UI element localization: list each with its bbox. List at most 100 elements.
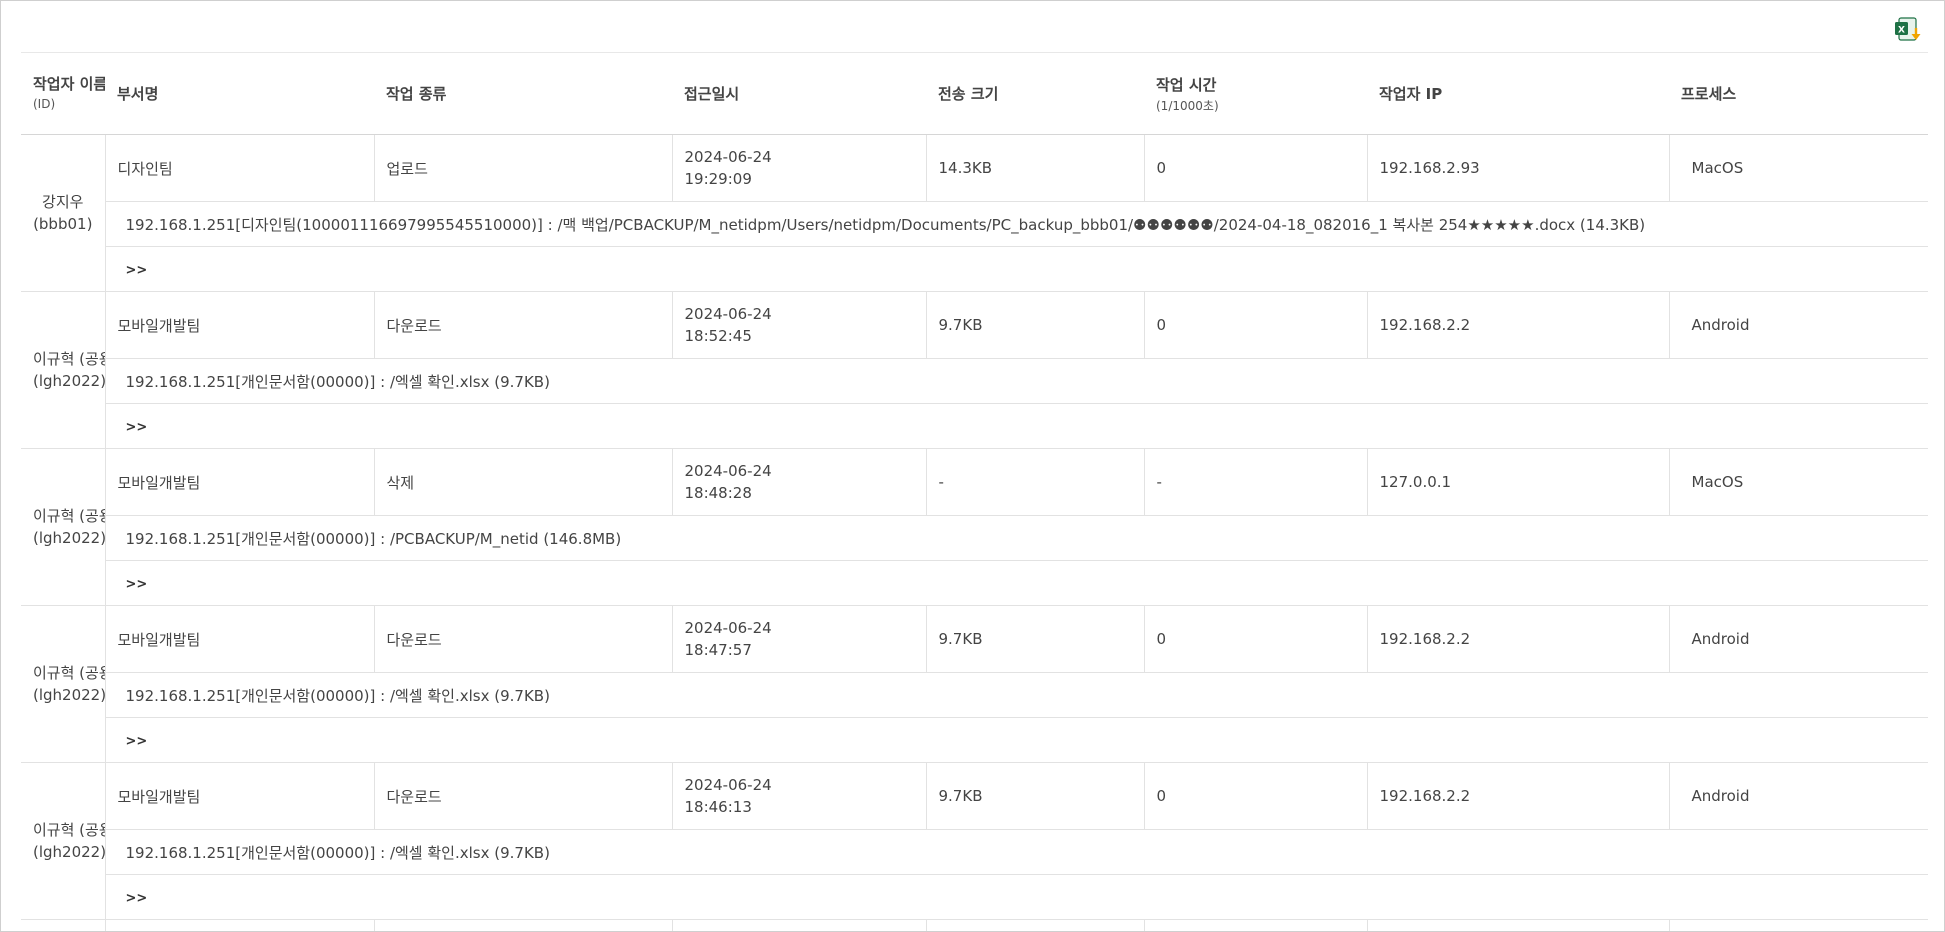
process-cell: Android: [1668, 762, 1928, 830]
dept-cell: 모바일개발팀: [104, 762, 375, 830]
empty-cell: [373, 919, 673, 931]
empty-cell: [104, 919, 375, 931]
worker-cell: 이규혁 (공용) (lgh2022): [21, 291, 106, 449]
worker-ip-cell: 192.168.2.93: [1366, 134, 1670, 202]
more-row: >>: [21, 717, 1928, 763]
work-type-cell: 다운로드: [373, 605, 673, 673]
access-time-cell: 2024-06-24 18:46:13: [671, 762, 927, 830]
work-time-cell: -: [1143, 448, 1368, 516]
worker-ip-cell: 192.168.2.2: [1366, 605, 1670, 673]
column-header-worker-name[interactable]: 작업자 이름 (ID): [21, 52, 105, 135]
access-time-cell: 2024-06-24 18:52:45: [671, 291, 927, 359]
detail-row: 192.168.1.251[개인문서함(00000)] : /PCBACKUP/…: [21, 515, 1928, 561]
detail-row: 192.168.1.251[개인문서함(00000)] : /엑셀 확인.xls…: [21, 672, 1928, 718]
dept-cell: 모바일개발팀: [104, 605, 375, 673]
access-date: 2024-06-24: [684, 305, 772, 323]
empty-cell: [21, 919, 106, 931]
work-time-cell: 0: [1143, 134, 1368, 202]
table-row[interactable]: 이규혁 (공용) (lgh2022) 모바일개발팀 삭제 2024-06-24 …: [21, 448, 1928, 606]
more-cell: >>: [105, 560, 1928, 606]
transfer-size-cell: 9.7KB: [925, 762, 1145, 830]
process-cell: Android: [1668, 291, 1928, 359]
column-header-dept[interactable]: 부서명: [105, 52, 374, 135]
worker-ip-cell: 192.168.2.2: [1366, 291, 1670, 359]
more-row: >>: [21, 246, 1928, 292]
column-header-work-time[interactable]: 작업 시간 (1/1000초): [1144, 52, 1367, 135]
table-row[interactable]: 강지우 (bbb01) 디자인팀 업로드 2024-06-24 19:29:09…: [21, 134, 1928, 292]
more-cell: >>: [105, 246, 1928, 292]
detail-row: 192.168.1.251[개인문서함(00000)] : /엑셀 확인.xls…: [21, 358, 1928, 404]
table-row[interactable]: 이규혁 (공용) (lgh2022) 모바일개발팀 다운로드 2024-06-2…: [21, 605, 1928, 763]
expand-more-link[interactable]: >>: [126, 420, 148, 435]
access-date: 2024-06-24: [684, 776, 772, 794]
transfer-size-cell: 9.7KB: [925, 605, 1145, 673]
file-path-detail: 192.168.1.251[개인문서함(00000)] : /엑셀 확인.xls…: [105, 358, 1928, 404]
work-type-cell: 업로드: [373, 134, 673, 202]
excel-download-icon[interactable]: X: [1894, 16, 1924, 44]
worker-id: (bbb01): [33, 215, 93, 233]
work-type-cell: 삭제: [373, 448, 673, 516]
worker-cell: 이규혁 (공용) (lgh2022): [21, 762, 106, 920]
work-time-cell: 0: [1143, 605, 1368, 673]
table-row[interactable]: 이규혁 (공용) (lgh2022) 모바일개발팀 다운로드 2024-06-2…: [21, 762, 1928, 920]
svg-text:X: X: [1898, 26, 1905, 36]
detail-row: 192.168.1.251[디자인팀(100001116697995545510…: [21, 201, 1928, 247]
table-header-row: 작업자 이름 (ID) 부서명 작업 종류 접근일시 전송 크기 작업 시간 (…: [21, 52, 1928, 135]
column-header-sublabel: (1/1000초): [1156, 98, 1219, 113]
expand-more-link[interactable]: >>: [126, 263, 148, 278]
access-date: 2024-06-24: [684, 619, 772, 637]
worker-id: (lgh2022): [33, 686, 105, 704]
table-row-partial: [21, 919, 1928, 931]
expand-more-link[interactable]: >>: [126, 891, 148, 906]
process-cell: MacOS: [1668, 134, 1928, 202]
more-cell: >>: [105, 874, 1928, 920]
expand-more-link[interactable]: >>: [126, 577, 148, 592]
expand-more-link[interactable]: >>: [126, 734, 148, 749]
empty-cell: [1143, 919, 1368, 931]
column-header-transfer-size[interactable]: 전송 크기: [926, 52, 1144, 135]
dept-cell: 모바일개발팀: [104, 291, 375, 359]
file-path-detail: 192.168.1.251[디자인팀(100001116697995545510…: [105, 201, 1928, 247]
worker-ip-cell: 127.0.0.1: [1366, 448, 1670, 516]
work-log-table: 작업자 이름 (ID) 부서명 작업 종류 접근일시 전송 크기 작업 시간 (…: [21, 52, 1928, 931]
column-header-worker-ip[interactable]: 작업자 IP: [1367, 52, 1669, 135]
worker-id: (lgh2022): [33, 529, 105, 547]
access-date: 2024-06-24: [684, 462, 772, 480]
work-type-cell: 다운로드: [373, 291, 673, 359]
table-body: 강지우 (bbb01) 디자인팀 업로드 2024-06-24 19:29:09…: [21, 134, 1928, 931]
more-row: >>: [21, 874, 1928, 920]
log-panel: X 작업자 이름 (ID) 부서명 작업 종류 접근일시 전송 크기 작업 시간…: [0, 0, 1945, 932]
empty-cell: [671, 919, 927, 931]
worker-ip-cell: 192.168.2.2: [1366, 762, 1670, 830]
access-clock: 18:47:57: [684, 641, 752, 659]
transfer-size-cell: 9.7KB: [925, 291, 1145, 359]
worker-cell: 이규혁 (공용) (lgh2022): [21, 448, 106, 606]
file-path-detail: 192.168.1.251[개인문서함(00000)] : /엑셀 확인.xls…: [105, 829, 1928, 875]
column-header-work-type[interactable]: 작업 종류: [374, 52, 672, 135]
more-cell: >>: [105, 717, 1928, 763]
detail-row: 192.168.1.251[개인문서함(00000)] : /엑셀 확인.xls…: [21, 829, 1928, 875]
worker-name: 이규혁 (공용): [33, 821, 104, 839]
more-row: >>: [21, 560, 1928, 606]
worker-name: 이규혁 (공용): [33, 664, 104, 682]
work-type-cell: 다운로드: [373, 762, 673, 830]
access-time-cell: 2024-06-24 18:48:28: [671, 448, 927, 516]
worker-id: (lgh2022): [33, 372, 105, 390]
file-path-detail: 192.168.1.251[개인문서함(00000)] : /PCBACKUP/…: [105, 515, 1928, 561]
worker-id: (lgh2022): [33, 843, 105, 861]
column-header-label: 작업 시간: [1156, 75, 1217, 94]
more-cell: >>: [105, 403, 1928, 449]
empty-cell: [1366, 919, 1670, 931]
column-header-access-time[interactable]: 접근일시: [672, 52, 926, 135]
access-clock: 18:52:45: [684, 327, 752, 345]
worker-cell: 강지우 (bbb01): [21, 134, 106, 292]
column-header-process[interactable]: 프로세스: [1669, 52, 1928, 135]
worker-name: 이규혁 (공용): [33, 350, 104, 368]
access-clock: 18:48:28: [684, 484, 752, 502]
access-date: 2024-06-24: [684, 148, 772, 166]
access-time-cell: 2024-06-24 18:47:57: [671, 605, 927, 673]
column-header-label: 작업자 이름: [33, 74, 105, 93]
table-row[interactable]: 이규혁 (공용) (lgh2022) 모바일개발팀 다운로드 2024-06-2…: [21, 291, 1928, 449]
worker-name: 강지우: [42, 193, 84, 211]
access-clock: 18:46:13: [684, 798, 752, 816]
